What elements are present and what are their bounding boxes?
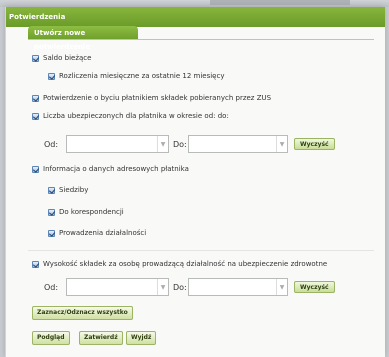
option-wysokosc-skladek-label: Wysokość składek za osobę prowadzącą dzi… <box>43 260 328 268</box>
option-saldo-label: Saldo bieżące <box>43 54 92 62</box>
option-dzialalnosci[interactable]: Prowadzenia działalności <box>48 228 146 238</box>
option-rozliczenia[interactable]: Rozliczenia miesięczne za ostatnie 12 mi… <box>48 71 224 81</box>
checkbox-checked-icon[interactable] <box>48 72 55 80</box>
do-label: Do: <box>173 282 187 292</box>
checkbox-checked-icon[interactable] <box>48 208 55 216</box>
option-informacja-adresowa-label: Informacja o danych adresowych płatnika <box>43 165 189 173</box>
od-date-field[interactable]: ▼ <box>66 135 169 153</box>
do-label: Do: <box>173 139 187 149</box>
option-siedziby-label: Siedziby <box>59 186 89 194</box>
window-top-shade <box>210 0 350 5</box>
od-label: Od: <box>44 139 59 149</box>
panel-title: Potwierdzenia <box>6 7 385 27</box>
exit-button[interactable]: Wyjdź <box>126 331 157 345</box>
option-potwierdzenie-zus[interactable]: Potwierdzenie o byciu płatnikiem składek… <box>32 93 271 103</box>
date-range-2: Od: ▼ Do: ▼ Wyczyść <box>44 278 335 296</box>
option-korespondencji[interactable]: Do korespondencji <box>48 207 124 217</box>
option-potwierdzenie-zus-label: Potwierdzenie o byciu płatnikiem składek… <box>43 94 272 102</box>
date-range-1: Od: ▼ Do: ▼ Wyczyść <box>44 135 335 153</box>
od-date-field-2[interactable]: ▼ <box>66 278 169 296</box>
option-saldo[interactable]: Saldo bieżące <box>32 53 91 63</box>
checkbox-checked-icon[interactable] <box>48 229 55 237</box>
checkbox-checked-icon[interactable] <box>32 112 39 120</box>
approve-button[interactable]: Zatwierdź <box>79 331 123 345</box>
dropdown-arrow-icon[interactable]: ▼ <box>157 279 168 295</box>
divider <box>28 250 374 251</box>
option-korespondencji-label: Do korespondencji <box>59 208 124 216</box>
section-title: Utwórz nowe potwierdzenie <box>28 26 138 51</box>
option-rozliczenia-label: Rozliczenia miesięczne za ostatnie 12 mi… <box>59 72 225 80</box>
checkbox-checked-icon[interactable] <box>32 94 39 102</box>
do-date-field-2[interactable]: ▼ <box>188 278 288 296</box>
toggle-all-button[interactable]: Zaznacz/Odznacz wszystko <box>32 306 133 320</box>
option-siedziby[interactable]: Siedziby <box>48 185 88 195</box>
option-liczba-ubezpieczonych[interactable]: Liczba ubezpieczonych dla płatnika w okr… <box>32 111 229 121</box>
dropdown-arrow-icon[interactable]: ▼ <box>276 279 287 295</box>
checkbox-checked-icon[interactable] <box>32 260 39 268</box>
checkbox-checked-icon[interactable] <box>32 54 39 62</box>
option-wysokosc-skladek[interactable]: Wysokość składek za osobę prowadzącą dzi… <box>32 259 327 269</box>
clear-button-2[interactable]: Wyczyść <box>294 281 335 293</box>
dropdown-arrow-icon[interactable]: ▼ <box>157 136 168 152</box>
option-dzialalnosci-label: Prowadzenia działalności <box>59 229 147 237</box>
section-underline <box>28 39 374 40</box>
preview-button[interactable]: Podgląd <box>32 331 70 345</box>
option-liczba-ubezpieczonych-label: Liczba ubezpieczonych dla płatnika w okr… <box>43 112 229 120</box>
window-top-edge <box>0 0 389 7</box>
checkbox-checked-icon[interactable] <box>32 165 39 173</box>
do-date-field[interactable]: ▼ <box>188 135 288 153</box>
option-informacja-adresowa[interactable]: Informacja o danych adresowych płatnika <box>32 164 189 174</box>
dropdown-arrow-icon[interactable]: ▼ <box>276 136 287 152</box>
clear-button[interactable]: Wyczyść <box>294 138 335 150</box>
od-label: Od: <box>44 282 59 292</box>
checkbox-checked-icon[interactable] <box>48 186 55 194</box>
